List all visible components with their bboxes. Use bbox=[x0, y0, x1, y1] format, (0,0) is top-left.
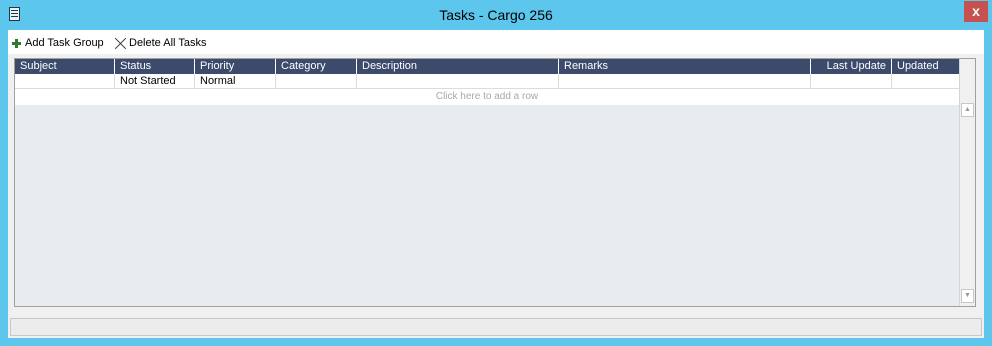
plus-icon bbox=[12, 38, 21, 48]
table-row[interactable]: Not Started Normal bbox=[15, 74, 959, 89]
add-row-prompt[interactable]: Click here to add a row bbox=[15, 89, 959, 105]
title-bar[interactable]: Tasks - Cargo 256 x bbox=[0, 0, 992, 30]
add-task-group-button[interactable]: Add Task Group bbox=[12, 36, 104, 50]
tasks-grid: Subject Status Priority Category Descrip… bbox=[14, 58, 976, 307]
scroll-down-button[interactable]: ▼ bbox=[961, 289, 974, 303]
scroll-up-button[interactable]: ▲ bbox=[961, 103, 974, 117]
cell-priority[interactable]: Normal bbox=[195, 74, 276, 89]
delete-all-tasks-label: Delete All Tasks bbox=[129, 37, 207, 49]
x-icon bbox=[114, 37, 127, 50]
column-header-status[interactable]: Status bbox=[115, 59, 195, 74]
toolbar: Add Task Group Delete All Tasks bbox=[8, 30, 984, 54]
column-header-updated-by[interactable]: Updated By bbox=[892, 59, 959, 87]
tasks-window: Tasks - Cargo 256 x Add Task Group Delet… bbox=[0, 0, 992, 346]
window-content: Add Task Group Delete All Tasks Subject … bbox=[8, 30, 984, 338]
cell-category[interactable] bbox=[276, 74, 357, 89]
cell-last-update[interactable] bbox=[811, 74, 892, 89]
cell-status[interactable]: Not Started bbox=[115, 74, 195, 89]
column-header-description[interactable]: Description bbox=[357, 59, 559, 74]
column-header-priority[interactable]: Priority bbox=[195, 59, 276, 74]
delete-all-tasks-button[interactable]: Delete All Tasks bbox=[114, 36, 206, 50]
vertical-scrollbar[interactable]: ▲ ▼ bbox=[959, 59, 975, 306]
column-header-category[interactable]: Category bbox=[276, 59, 357, 74]
column-header-last-update[interactable]: Last Update bbox=[811, 59, 892, 74]
cell-description[interactable] bbox=[357, 74, 559, 89]
grid-header: Subject Status Priority Category Descrip… bbox=[15, 59, 959, 87]
add-task-group-label: Add Task Group bbox=[25, 37, 104, 49]
column-header-remarks[interactable]: Remarks bbox=[559, 59, 811, 74]
close-button[interactable]: x bbox=[964, 1, 988, 22]
window-title: Tasks - Cargo 256 bbox=[439, 7, 553, 23]
cell-remarks[interactable] bbox=[559, 74, 811, 89]
cell-subject[interactable] bbox=[15, 74, 115, 89]
column-header-subject[interactable]: Subject bbox=[15, 59, 115, 74]
cell-updated-by[interactable] bbox=[892, 74, 959, 89]
status-bar bbox=[10, 318, 982, 336]
